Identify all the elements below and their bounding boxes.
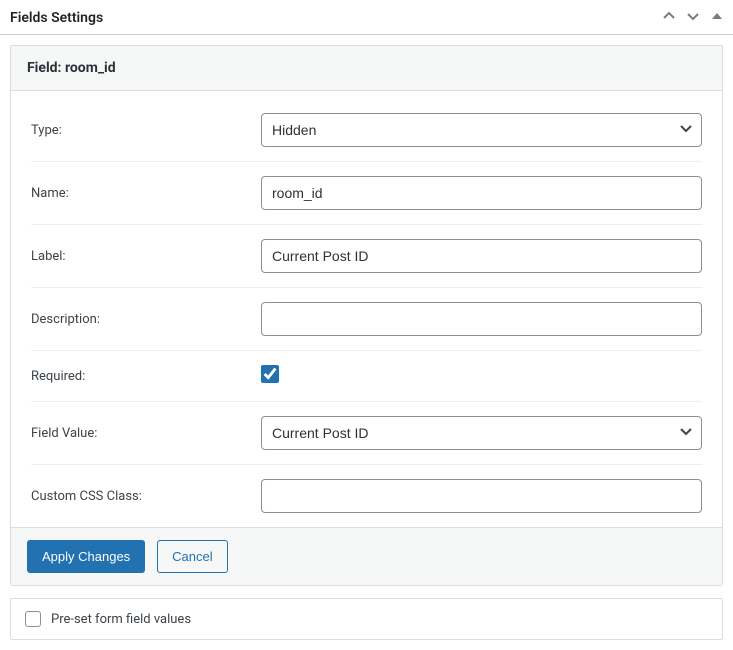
- row-fieldvalue: Field Value: Current Post ID: [31, 402, 702, 465]
- row-label: Label:: [31, 225, 702, 288]
- field-header-prefix: Field:: [27, 60, 65, 76]
- name-label: Name:: [31, 186, 261, 201]
- label-input[interactable]: [261, 239, 702, 273]
- description-label: Description:: [31, 312, 261, 327]
- fieldvalue-label: Field Value:: [31, 426, 261, 441]
- collapse-toggle-icon[interactable]: [711, 10, 723, 26]
- name-input[interactable]: [261, 176, 702, 210]
- field-settings-box: Field: room_id Type: Hidden Na: [10, 45, 723, 586]
- row-description: Description:: [31, 288, 702, 351]
- row-required: Required:: [31, 351, 702, 402]
- cssclass-input[interactable]: [261, 479, 702, 513]
- label-label: Label:: [31, 249, 261, 264]
- type-select[interactable]: Hidden: [261, 113, 702, 147]
- description-input[interactable]: [261, 302, 702, 336]
- field-box-header: Field: room_id: [11, 46, 722, 91]
- cancel-button[interactable]: Cancel: [157, 540, 227, 573]
- field-box-footer: Apply Changes Cancel: [11, 527, 722, 585]
- field-header-name: room_id: [65, 60, 116, 76]
- caret-down-icon[interactable]: [687, 10, 699, 26]
- type-label: Type:: [31, 123, 261, 138]
- cssclass-label: Custom CSS Class:: [31, 489, 261, 504]
- panel-body: Field: room_id Type: Hidden Na: [0, 35, 733, 586]
- caret-up-icon[interactable]: [663, 10, 675, 26]
- preset-label: Pre-set form field values: [51, 612, 191, 627]
- row-type: Type: Hidden: [31, 99, 702, 162]
- fieldvalue-select[interactable]: Current Post ID: [261, 416, 702, 450]
- panel-controls: [663, 10, 723, 26]
- apply-changes-button[interactable]: Apply Changes: [27, 540, 145, 573]
- required-label: Required:: [31, 369, 261, 384]
- row-cssclass: Custom CSS Class:: [31, 465, 702, 527]
- panel-header: Fields Settings: [0, 0, 733, 35]
- panel-title: Fields Settings: [10, 10, 103, 26]
- preset-box: Pre-set form field values: [10, 598, 723, 640]
- preset-checkbox[interactable]: [25, 611, 41, 627]
- field-rows: Type: Hidden Name:: [11, 91, 722, 527]
- required-checkbox[interactable]: [261, 365, 279, 383]
- row-name: Name:: [31, 162, 702, 225]
